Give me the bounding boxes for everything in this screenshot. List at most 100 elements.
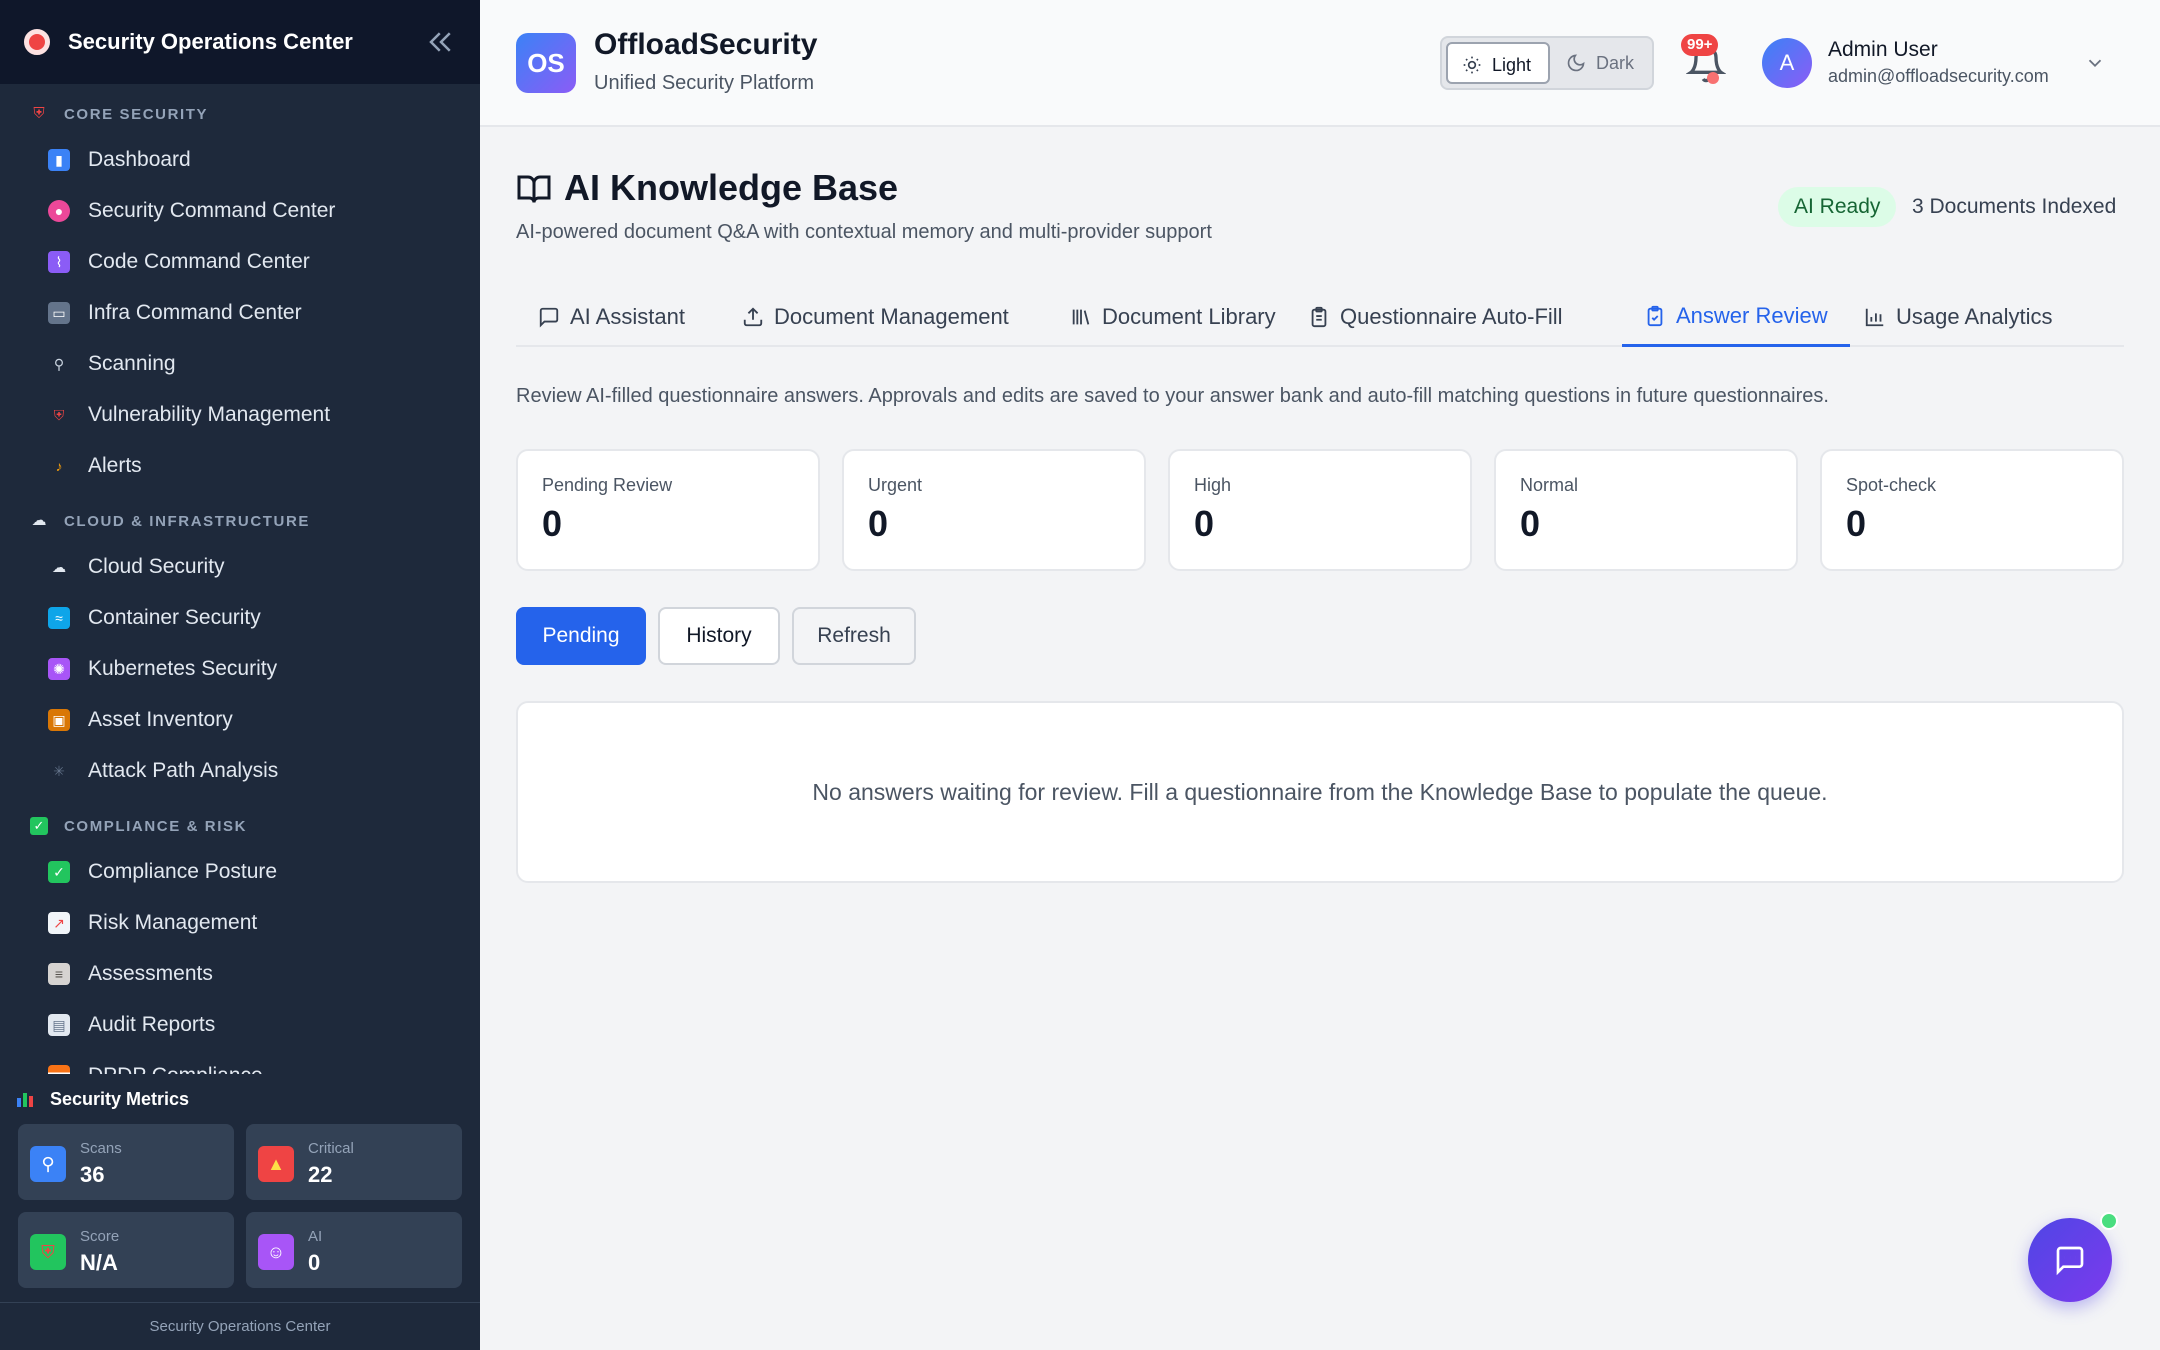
main-content: AI Knowledge Base AI-powered document Q&… — [480, 127, 2160, 1350]
trend-chart-icon: ↗ — [48, 911, 70, 934]
sun-icon — [1463, 56, 1481, 74]
stat-card-pending-review: Pending Review 0 — [516, 449, 820, 571]
avatar[interactable]: A — [1762, 38, 1812, 88]
tab-questionnaire-auto-fill[interactable]: Questionnaire Auto-Fill — [1286, 287, 1585, 347]
clipboard-check-icon — [1647, 305, 1663, 326]
sidebar-item-alerts[interactable]: ♪ Alerts — [0, 440, 480, 491]
metric-card-ai[interactable]: ☺ AI 0 — [246, 1212, 462, 1288]
top-header: OS OffloadSecurity Unified Security Plat… — [480, 0, 2160, 127]
stat-card-normal: Normal 0 — [1494, 449, 1798, 571]
stat-card-urgent: Urgent 0 — [842, 449, 1146, 571]
chat-bubble-icon — [539, 307, 559, 328]
whale-icon: ≈ — [48, 606, 70, 629]
bar-chart-icon: ▮ — [48, 148, 70, 171]
section-compliance-risk: ✓ COMPLIANCE & RISK — [0, 796, 480, 846]
warning-icon: ▲ — [258, 1146, 294, 1182]
brand-logo: OS — [516, 33, 576, 93]
network-icon: ✳ — [53, 762, 65, 779]
documents-indexed-count: 3 Documents Indexed — [1912, 195, 2117, 218]
notification-badge: 99+ — [1681, 34, 1719, 56]
sidebar: Security Operations Center ⛨ CORE SECURI… — [0, 0, 480, 1350]
tab-answer-review[interactable]: Answer Review — [1622, 287, 1850, 347]
section-core-security: ⛨ CORE SECURITY — [0, 84, 480, 134]
refresh-button[interactable]: Refresh — [792, 607, 916, 665]
metric-card-critical[interactable]: ▲ Critical 22 — [246, 1124, 462, 1200]
section-cloud-infrastructure: ☁ CLOUD & INFRASTRUCTURE — [31, 512, 311, 530]
theme-dark-button[interactable]: Dark — [1552, 42, 1650, 84]
theme-light-button[interactable]: Light — [1446, 42, 1550, 84]
sidebar-item-container-security[interactable]: ≈ Container Security — [0, 592, 480, 643]
chat-icon — [2056, 1246, 2084, 1276]
target-logo-icon — [24, 29, 50, 55]
shield-icon: ⛨ — [30, 1234, 66, 1270]
sidebar-item-attack-path-analysis[interactable]: ✳ Attack Path Analysis — [0, 745, 480, 796]
sidebar-footer: Security Operations Center — [0, 1302, 480, 1350]
stat-card-high: High 0 — [1168, 449, 1472, 571]
flag-icon — [48, 1064, 70, 1074]
check-box-icon: ✓ — [48, 860, 70, 883]
upload-icon — [743, 307, 763, 327]
sidebar-item-dashboard[interactable]: ▮ Dashboard — [0, 134, 480, 185]
metric-card-scans[interactable]: ⚲ Scans 36 — [18, 1124, 234, 1200]
bar-chart-icon — [1865, 308, 1884, 327]
theme-toggle: Light Dark — [1440, 36, 1654, 90]
security-metrics-title: Security Metrics — [0, 1080, 480, 1118]
bar-chart-icon — [17, 1093, 33, 1107]
answer-review-description: Review AI-filled questionnaire answers. … — [516, 385, 1829, 407]
library-icon — [1072, 309, 1090, 325]
check-box-icon: ✓ — [30, 817, 48, 835]
notification-dot — [1707, 72, 1719, 84]
page-subtitle: AI-powered document Q&A with contextual … — [516, 221, 1212, 243]
chat-launcher-button[interactable] — [2028, 1218, 2112, 1302]
shield-icon: ⛨ — [33, 105, 45, 122]
page-title: AI Knowledge Base — [564, 167, 899, 208]
metric-card-score[interactable]: ⛨ Score N/A — [18, 1212, 234, 1288]
sidebar-item-dpdp-compliance[interactable]: DPDP Compliance — [0, 1050, 480, 1074]
sidebar-item-compliance-posture[interactable]: ✓ Compliance Posture — [0, 846, 480, 897]
history-button[interactable]: History — [658, 607, 780, 665]
sidebar-item-security-command-center[interactable]: ● Security Command Center — [0, 185, 480, 236]
shield-icon: ⛨ — [53, 406, 65, 423]
pending-button[interactable]: Pending — [516, 607, 646, 665]
sidebar-item-kubernetes-security[interactable]: ✺ Kubernetes Security — [0, 643, 480, 694]
brand-name: OffloadSecurity — [594, 28, 818, 61]
brain-icon: ● — [48, 199, 70, 222]
robot-icon: ☺ — [258, 1234, 294, 1270]
chevron-down-icon[interactable] — [2084, 52, 2106, 74]
sidebar-header: Security Operations Center — [0, 0, 480, 84]
tab-ai-assistant[interactable]: AI Assistant — [516, 287, 707, 347]
sidebar-item-code-command-center[interactable]: ⌇ Code Command Center — [0, 236, 480, 287]
sidebar-item-assessments[interactable]: ≡ Assessments — [0, 948, 480, 999]
dna-icon: ⌇ — [48, 250, 70, 273]
atom-icon: ✺ — [48, 657, 70, 680]
tab-document-library[interactable]: Document Library — [1048, 287, 1298, 347]
bell-icon: ♪ — [55, 457, 63, 474]
cloud-icon: ☁ — [31, 512, 47, 529]
tab-usage-analytics[interactable]: Usage Analytics — [1842, 287, 2075, 347]
document-icon: ▤ — [48, 1013, 70, 1036]
moon-icon — [1567, 54, 1585, 72]
monitor-icon: ▭ — [48, 301, 70, 324]
cloud-icon: ☁ — [52, 558, 66, 575]
magnifier-icon: ⚲ — [53, 355, 65, 372]
sidebar-item-scanning[interactable]: ⚲ Scanning — [0, 338, 480, 389]
tab-document-management[interactable]: Document Management — [720, 287, 1031, 347]
security-metrics-panel: Security Metrics ⚲ Scans 36 ▲ Critical 2… — [0, 1080, 480, 1302]
sidebar-item-vulnerability-management[interactable]: ⛨ Vulnerability Management — [0, 389, 480, 440]
empty-state-message: No answers waiting for review. Fill a qu… — [516, 701, 2124, 883]
sidebar-item-risk-management[interactable]: ↗ Risk Management — [0, 897, 480, 948]
sidebar-item-infra-command-center[interactable]: ▭ Infra Command Center — [0, 287, 480, 338]
clipboard-icon — [1311, 306, 1327, 328]
clipboard-icon: ≡ — [48, 962, 70, 985]
user-email: admin@offloadsecurity.com — [1828, 66, 2049, 86]
collapse-sidebar-icon[interactable] — [426, 27, 456, 57]
sidebar-item-audit-reports[interactable]: ▤ Audit Reports — [0, 999, 480, 1050]
user-name[interactable]: Admin User — [1828, 38, 1938, 62]
package-icon: ▣ — [48, 708, 70, 731]
brand-subtitle: Unified Security Platform — [594, 72, 815, 94]
stat-card-spot-check: Spot-check 0 — [1820, 449, 2124, 571]
sidebar-item-asset-inventory[interactable]: ▣ Asset Inventory — [0, 694, 480, 745]
online-status-dot — [2100, 1212, 2118, 1230]
sidebar-item-cloud-security[interactable]: ☁ Cloud Security — [0, 541, 480, 592]
book-open-icon — [517, 175, 551, 203]
